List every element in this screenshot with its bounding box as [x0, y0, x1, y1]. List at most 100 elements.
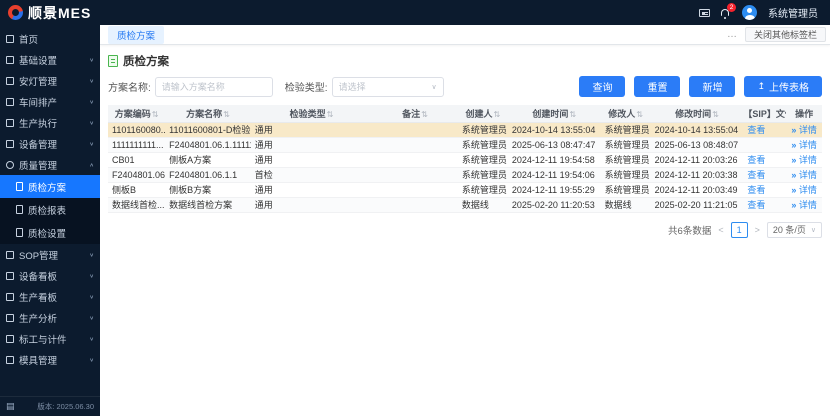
sidebar-item-production-analysis[interactable]: 生产分析∨ [0, 307, 100, 328]
sidebar-item-home[interactable]: 首页 [0, 28, 100, 49]
detail-link[interactable]: » 详情 [791, 125, 817, 135]
sort-icon[interactable]: ⇅ [569, 110, 576, 119]
cell-remark [372, 182, 458, 197]
detail-link[interactable]: » 详情 [791, 155, 817, 165]
cell-action: » 详情 [786, 167, 822, 182]
plan-name-input[interactable] [155, 77, 273, 97]
sip-view-link[interactable]: 查看 [747, 155, 765, 165]
sidebar-item-mold-mgmt[interactable]: 模具管理∨ [0, 349, 100, 370]
document-icon [16, 182, 23, 191]
cell-type: 通用 [251, 197, 372, 212]
cell-action: » 详情 [786, 122, 822, 137]
cell-created: 2025-02-20 11:20:53 [508, 197, 601, 212]
table-row[interactable]: F2404801.06...F2404801.06.1.1首检系统管理员2024… [108, 167, 822, 182]
current-user-name[interactable]: 系统管理员 [768, 5, 818, 20]
cell-modifier: 数据线 [601, 197, 651, 212]
sidebar-item-sop[interactable]: SOP管理∨ [0, 244, 100, 265]
detail-label: 详情 [799, 125, 817, 135]
sort-icon[interactable]: ⇅ [712, 110, 719, 119]
sidebar-item-label: SOP管理 [19, 248, 84, 262]
page-size-select[interactable]: 20 条/页 ∨ [767, 222, 822, 238]
cell-creator: 系统管理员 [458, 137, 508, 152]
sidebar-item-label: 模具管理 [19, 353, 84, 367]
table-row[interactable]: CB01侧板A方案通用系统管理员2024-12-11 19:54:58系统管理员… [108, 152, 822, 167]
sort-icon[interactable]: ⇅ [327, 110, 334, 119]
close-other-tabs-button[interactable]: 关闭其他标签栏 [745, 27, 826, 42]
column-header-2[interactable]: 检验类型⇅ [251, 105, 372, 122]
sidebar-footer: ▤ 版本: 2025.06.30 [0, 396, 100, 416]
column-header-6[interactable]: 修改人⇅ [601, 105, 651, 122]
cell-action: » 详情 [786, 182, 822, 197]
sidebar-item-workshop-scheduling[interactable]: 车间排产∨ [0, 91, 100, 112]
reset-button[interactable]: 重置 [634, 76, 680, 97]
cell-type: 通用 [251, 137, 372, 152]
chevron-down-icon: ∨ [89, 77, 94, 83]
filter-toolbar: 方案名称: 检验类型: 请选择 ∨ 查询 重置 新增 ↥ 上传表格 [108, 76, 822, 97]
app-root: 顺景MES 2 系统管理员 首页基础设置∨安灯管理∨车间排产∨生产执行∨设备管理… [0, 0, 830, 416]
sort-icon[interactable]: ⇅ [421, 110, 428, 119]
column-header-5[interactable]: 创建时间⇅ [508, 105, 601, 122]
tab-more-icon[interactable]: … [727, 29, 737, 40]
collapse-sidebar-icon[interactable]: ▤ [6, 401, 15, 412]
notifications-button[interactable]: 2 [721, 7, 731, 18]
device-icon [6, 140, 14, 148]
sidebar-subitem-inspection-report[interactable]: 质检报表 [0, 198, 100, 221]
sidebar-item-production-exec[interactable]: 生产执行∨ [0, 112, 100, 133]
table-row[interactable]: 1101160080...11011600801-D检验...通用系统管理员20… [108, 122, 822, 137]
sidebar-item-device-board[interactable]: 设备看板∨ [0, 265, 100, 286]
brand-logo[interactable]: 顺景MES [8, 3, 91, 23]
add-button[interactable]: 新增 [689, 76, 735, 97]
detail-link[interactable]: » 详情 [791, 170, 817, 180]
board-icon [6, 293, 14, 301]
tab-inspection-plan[interactable]: 质检方案 [108, 26, 164, 44]
user-avatar[interactable] [742, 5, 757, 20]
sidebar-item-andon[interactable]: 安灯管理∨ [0, 70, 100, 91]
apps-icon[interactable] [699, 9, 710, 17]
page-1-button[interactable]: 1 [731, 222, 748, 238]
column-header-7[interactable]: 修改时间⇅ [651, 105, 744, 122]
sidebar-subitem-label: 质检方案 [28, 180, 66, 194]
upload-table-button[interactable]: ↥ 上传表格 [744, 76, 822, 97]
cell-name: F2404801.06.1.11111... [165, 137, 251, 152]
detail-link[interactable]: » 详情 [791, 200, 817, 210]
table-row[interactable]: 侧板B侧板B方案通用系统管理员2024-12-11 19:55:29系统管理员2… [108, 182, 822, 197]
next-page-button[interactable]: > [755, 225, 760, 235]
double-arrow-icon: » [791, 125, 799, 135]
cell-action: » 详情 [786, 137, 822, 152]
sidebar-item-production-board[interactable]: 生产看板∨ [0, 286, 100, 307]
sip-view-link[interactable]: 查看 [747, 200, 765, 210]
topbar: 顺景MES 2 系统管理员 [0, 0, 830, 25]
sidebar-subitem-inspection-plan[interactable]: 质检方案 [0, 175, 100, 198]
chart-icon [6, 314, 14, 322]
sort-icon[interactable]: ⇅ [636, 110, 643, 119]
sort-icon[interactable]: ⇅ [493, 110, 500, 119]
query-button[interactable]: 查询 [579, 76, 625, 97]
detail-link[interactable]: » 详情 [791, 185, 817, 195]
prev-page-button[interactable]: < [718, 225, 723, 235]
settings-icon [6, 56, 14, 64]
column-header-3[interactable]: 备注⇅ [372, 105, 458, 122]
sip-view-link[interactable]: 查看 [747, 185, 765, 195]
sidebar-subitem-inspection-settings[interactable]: 质检设置 [0, 221, 100, 244]
table-row[interactable]: 数据线首检...数据线首检方案通用数据线2025-02-20 11:20:53数… [108, 197, 822, 212]
cell-sip: 查看 [743, 152, 786, 167]
document-icon [16, 205, 23, 214]
table-row[interactable]: 1111111111...F2404801.06.1.11111...通用系统管… [108, 137, 822, 152]
chevron-down-icon: ∨ [811, 226, 816, 234]
column-header-8[interactable]: 【SIP】文件⇅ [743, 105, 786, 122]
column-header-4[interactable]: 创建人⇅ [458, 105, 508, 122]
column-header-0[interactable]: 方案编码⇅ [108, 105, 165, 122]
column-header-9[interactable]: 操作 [786, 105, 822, 122]
sidebar-item-piecework[interactable]: 标工与计件∨ [0, 328, 100, 349]
sip-view-link[interactable]: 查看 [747, 125, 765, 135]
inspect-type-select[interactable]: 请选择 ∨ [332, 77, 444, 97]
detail-link[interactable]: » 详情 [791, 140, 817, 150]
column-header-1[interactable]: 方案名称⇅ [165, 105, 251, 122]
sort-icon[interactable]: ⇅ [223, 110, 230, 119]
sip-view-link[interactable]: 查看 [747, 170, 765, 180]
sidebar-item-base-settings[interactable]: 基础设置∨ [0, 49, 100, 70]
sidebar-item-device-mgmt[interactable]: 设备管理∨ [0, 133, 100, 154]
sort-icon[interactable]: ⇅ [152, 110, 159, 119]
sidebar-item-quality-mgmt[interactable]: 质量管理∧ [0, 154, 100, 175]
chevron-down-icon: ∨ [431, 83, 436, 91]
